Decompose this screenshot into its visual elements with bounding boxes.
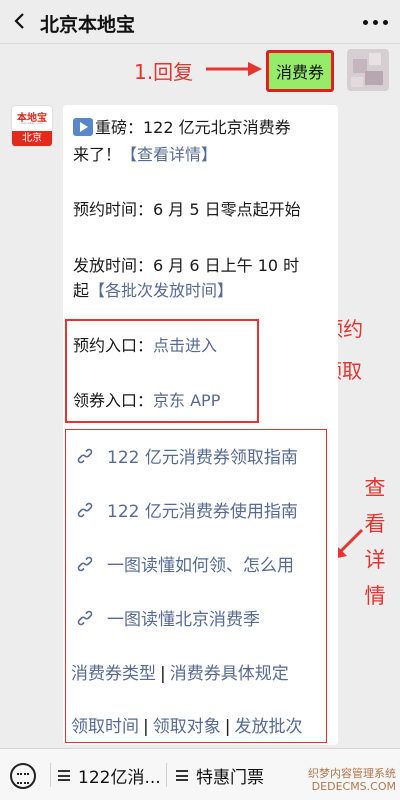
guide-link-infographic-how[interactable]: 一图读懂如何领、怎么用: [77, 551, 294, 576]
menu-divider: [50, 763, 51, 787]
menu-item-tickets[interactable]: 特惠门票: [176, 763, 264, 788]
annotation-reply: 1.回复: [134, 60, 194, 84]
reserve-entry: 预约入口：点击进入: [73, 336, 218, 355]
account-avatar[interactable]: 本地宝 bendibao.com 北京: [11, 105, 53, 147]
menu-lines-icon: [176, 770, 188, 781]
keyboard-icon[interactable]: [10, 763, 36, 789]
links-highlight-box: [65, 429, 327, 743]
menu-item-coupons[interactable]: 122亿消...: [58, 763, 161, 788]
view-details-link[interactable]: 【查看详情】: [121, 145, 217, 164]
headline-line-2: 来了！【查看详情】: [73, 145, 218, 164]
batch-schedule-link[interactable]: 【各批次发放时间】: [89, 281, 233, 300]
reserve-time: 预约时间：6 月 5 日零点起开始: [73, 200, 301, 219]
jd-app-link[interactable]: 京东 APP: [153, 391, 220, 410]
more-options-icon[interactable]: [363, 20, 388, 25]
nav-link-issue-batch[interactable]: 发放批次: [234, 717, 302, 737]
link-icon: [77, 610, 93, 625]
account-logo-city: 北京: [12, 131, 52, 146]
nav-link-coupon-rules[interactable]: 消费券具体规定: [170, 664, 289, 684]
issue-time-line-2: 起【各批次发放时间】: [73, 281, 234, 300]
nav-link-claim-target[interactable]: 领取对象: [153, 717, 221, 737]
play-icon: [73, 118, 93, 136]
chat-header: 北京本地宝: [0, 0, 400, 44]
watermark: 织梦内容管理系统 DEDECMS.COM: [308, 767, 396, 793]
chat-title: 北京本地宝: [40, 14, 136, 36]
guide-link-use[interactable]: 122 亿元消费券使用指南: [77, 497, 298, 522]
headline-line-1: 重磅：122 亿元北京消费券: [73, 118, 291, 138]
guide-link-infographic-season[interactable]: 一图读懂北京消费季: [77, 605, 260, 630]
nav-row-2: 领取时间 | 领取对象 | 发放批次: [71, 717, 303, 737]
link-icon: [77, 502, 93, 517]
menu-lines-icon: [58, 770, 70, 781]
back-arrow-icon[interactable]: [10, 11, 30, 31]
nav-row-1: 消费券类型 | 消费券具体规定: [71, 664, 289, 684]
user-avatar[interactable]: [347, 49, 389, 91]
menu-divider: [166, 763, 167, 787]
link-icon: [77, 448, 93, 463]
annotation-arrow-reply-icon: [206, 62, 262, 76]
nav-link-claim-time[interactable]: 领取时间: [71, 717, 139, 737]
link-icon: [77, 556, 93, 571]
nav-link-coupon-types[interactable]: 消费券类型: [71, 664, 156, 684]
coupon-entry: 领券入口：京东 APP: [73, 391, 221, 410]
guide-link-claim[interactable]: 122 亿元消费券领取指南: [77, 443, 298, 468]
reserve-entry-link[interactable]: 点击进入: [153, 336, 217, 355]
bottom-menu-bar: 122亿消... 特惠门票 织梦内容管理系统 DEDECMS.COM: [0, 748, 400, 800]
account-logo-domain: bendibao.com: [21, 121, 43, 125]
received-message-bubble: 重磅：122 亿元北京消费券 来了！【查看详情】 预约时间：6 月 5 日零点起…: [63, 105, 338, 745]
sent-message-bubble: 消费券: [266, 50, 334, 92]
issue-time-line-1: 发放时间：6 月 6 日上午 10 时: [73, 256, 300, 275]
